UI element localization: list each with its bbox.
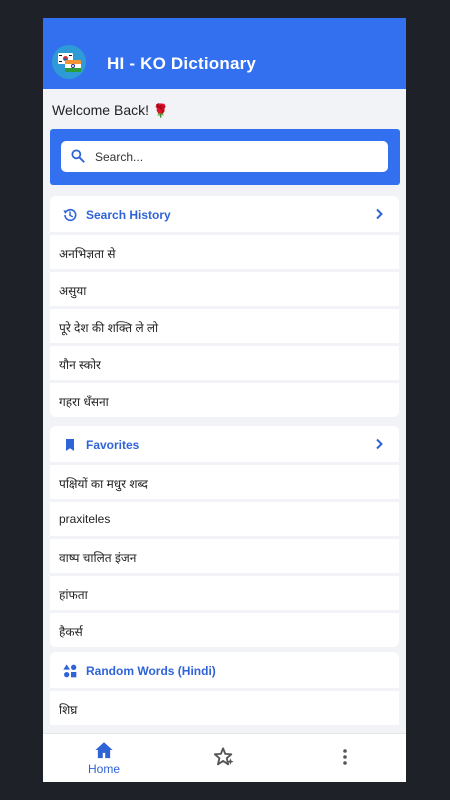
random-words-header: Random Words (Hindi) [50, 652, 399, 688]
search-history-title: Search History [86, 208, 171, 222]
history-item-label: पूरे देश की शक्ति ले लो [59, 321, 159, 335]
history-item[interactable]: गहरा धँसना [50, 383, 399, 417]
star-sparkle-icon[interactable] [213, 746, 235, 768]
app-logo-icon [52, 45, 86, 79]
favorite-item[interactable]: praxiteles [50, 502, 399, 536]
favorites-header[interactable]: Favorites [50, 426, 399, 462]
favorite-item-label: हैकर्स [59, 625, 83, 639]
nav-home-button[interactable]: Home [81, 741, 127, 779]
search-icon [71, 149, 85, 163]
favorite-item[interactable]: हैकर्स [50, 613, 399, 647]
search-panel [50, 129, 400, 185]
random-word-item[interactable]: शिघ्र [50, 691, 399, 725]
welcome-message: Welcome Back! 🌹 [52, 102, 169, 119]
home-icon [95, 742, 113, 759]
bookmark-icon [66, 439, 74, 451]
history-item-label: गहरा धँसना [59, 395, 109, 409]
random-word-label: शिघ्र [59, 703, 78, 717]
favorite-item-label: हांफता [59, 588, 88, 602]
history-item[interactable]: पूरे देश की शक्ति ले लो [50, 309, 399, 343]
app-screen: HI - KO Dictionary Welcome Back! 🌹 Searc… [43, 18, 406, 782]
random-words-card: Random Words (Hindi) शिघ्र [50, 652, 399, 728]
search-history-header[interactable]: Search History [50, 196, 399, 232]
search-history-card: Search History अनभिज्ञता से असुया पूरे द… [50, 196, 399, 420]
rose-emoji: 🌹 [152, 103, 170, 118]
history-item[interactable]: यौन स्कोर [50, 346, 399, 380]
favorite-item[interactable]: पक्षियों का मधुर शब्द [50, 465, 399, 499]
nav-home-label: Home [87, 762, 120, 776]
history-icon [63, 208, 77, 222]
app-title: HI - KO Dictionary [107, 54, 257, 73]
more-vertical-icon[interactable] [338, 747, 352, 767]
favorite-item-label: पक्षियों का मधुर शब्द [59, 477, 148, 491]
app-bar: HI - KO Dictionary [43, 18, 406, 89]
favorites-title: Favorites [86, 438, 140, 452]
search-input[interactable] [93, 146, 382, 168]
bottom-navigation: Home [43, 733, 406, 782]
favorite-item[interactable]: वाष्प चालित इंजन [50, 539, 399, 573]
favorite-item-label: praxiteles [59, 512, 111, 526]
welcome-text: Welcome Back! [52, 102, 149, 118]
history-item[interactable]: असुया [50, 272, 399, 306]
chevron-right-icon[interactable] [373, 208, 385, 220]
favorites-card: Favorites पक्षियों का मधुर शब्द praxitel… [50, 426, 399, 650]
history-item-label: अनभिज्ञता से [59, 247, 116, 261]
random-words-title: Random Words (Hindi) [86, 664, 216, 678]
history-item-label: यौन स्कोर [59, 358, 101, 372]
category-shapes-icon [63, 664, 77, 678]
chevron-right-icon[interactable] [373, 438, 385, 450]
history-item-label: असुया [59, 284, 87, 298]
history-item[interactable]: अनभिज्ञता से [50, 235, 399, 269]
favorite-item[interactable]: हांफता [50, 576, 399, 610]
search-box[interactable] [61, 141, 388, 172]
favorite-item-label: वाष्प चालित इंजन [59, 551, 137, 565]
india-flag-icon [65, 60, 81, 72]
